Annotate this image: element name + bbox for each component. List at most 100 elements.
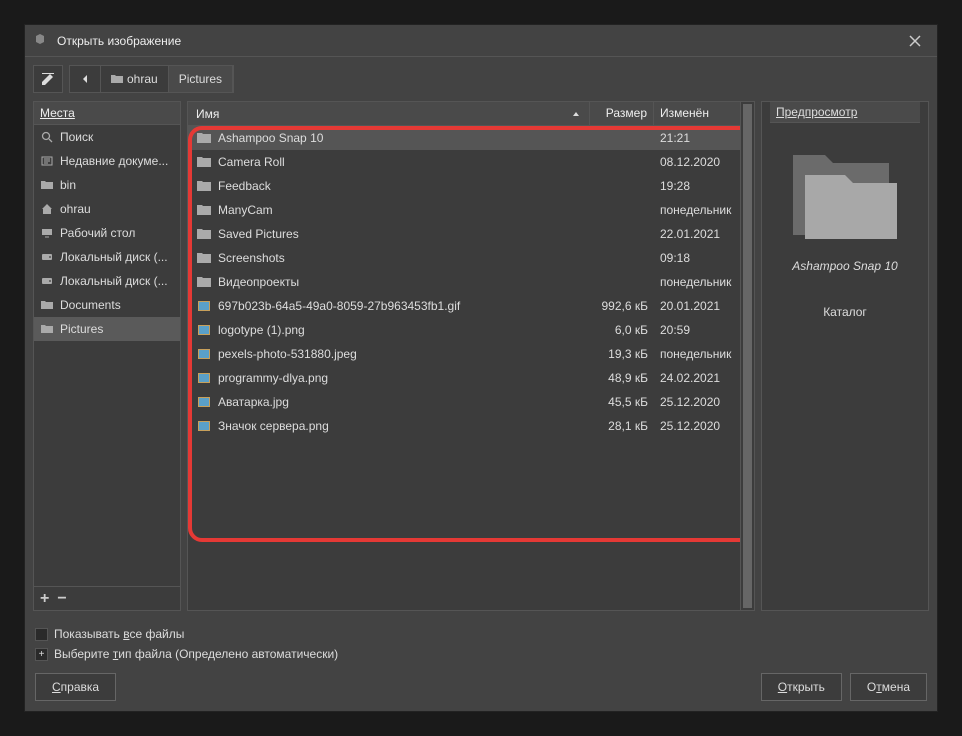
image-icon [196, 300, 212, 312]
path-label: ohrau [127, 72, 158, 86]
file-name: programmy-dlya.png [218, 371, 590, 385]
file-modified: 24.02.2021 [654, 371, 754, 385]
folder-icon [196, 180, 212, 192]
image-icon [196, 372, 212, 384]
remove-bookmark-button[interactable]: − [57, 590, 66, 608]
path-label: Pictures [179, 72, 222, 86]
places-list: Поиск Недавние докуме... bin ohrau Рабочий с… [34, 125, 180, 586]
place-label: Недавние докуме... [60, 154, 168, 168]
file-modified: понедельник [654, 347, 754, 361]
file-name: Screenshots [218, 251, 590, 265]
toolbar: ohrau Pictures [25, 57, 937, 101]
place-label: Поиск [60, 130, 93, 144]
path-back-button[interactable] [70, 66, 101, 92]
path-seg-ohrau[interactable]: ohrau [101, 66, 169, 92]
folder-row[interactable]: ManyCamпонедельник [188, 198, 754, 222]
file-size: 45,5 кБ [590, 395, 654, 409]
search-icon [40, 131, 54, 143]
edit-path-button[interactable] [33, 65, 63, 93]
folder-row[interactable]: Feedback19:28 [188, 174, 754, 198]
cancel-button[interactable]: Отмена [850, 673, 927, 701]
place-label: Documents [60, 298, 121, 312]
folder-icon [196, 204, 212, 216]
file-row[interactable]: programmy-dlya.png48,9 кБ24.02.2021 [188, 366, 754, 390]
file-row[interactable]: pexels-photo-531880.jpeg19,3 кБпонедельн… [188, 342, 754, 366]
file-modified: 09:18 [654, 251, 754, 265]
dialog-title: Открыть изображение [57, 34, 901, 48]
file-name: 697b023b-64a5-49a0-8059-27b963453fb1.gif [218, 299, 590, 313]
col-name-header[interactable]: Имя [188, 102, 590, 125]
places-footer: + − [34, 586, 180, 610]
file-name: Аватарка.jpg [218, 395, 590, 409]
folder-row[interactable]: Camera Roll 08.12.2020 [188, 150, 754, 174]
filetype-expander[interactable]: + Выберите тип файла (Определено автомат… [35, 647, 927, 661]
file-modified: 08.12.2020 [654, 155, 754, 169]
folder-preview-icon [785, 139, 905, 249]
preview-header-label: Предпросмотр [776, 105, 857, 119]
place-item[interactable]: ohrau [34, 197, 180, 221]
file-size: 992,6 кБ [590, 299, 654, 313]
sort-asc-icon [571, 109, 581, 119]
folder-icon [111, 74, 123, 84]
place-item[interactable]: Локальный диск (... [34, 245, 180, 269]
place-item[interactable]: Pictures [34, 317, 180, 341]
file-row[interactable]: logotype (1).png6,0 кБ20:59 [188, 318, 754, 342]
show-all-files-checkbox[interactable]: Показывать все файлы [35, 627, 927, 641]
place-label: bin [60, 178, 76, 192]
close-button[interactable] [901, 27, 929, 55]
col-name-label: Имя [196, 107, 219, 121]
image-icon [196, 348, 212, 360]
folder-row[interactable]: Видеопроектыпонедельник [188, 270, 754, 294]
file-modified: 22.01.2021 [654, 227, 754, 241]
pencil-icon [40, 71, 56, 87]
file-panel: Имя Размер Изменён Ashampoo Snap 1021:21… [187, 101, 755, 611]
scrollbar-thumb[interactable] [743, 104, 752, 608]
path-box: ohrau Pictures [69, 65, 234, 93]
folder-icon [40, 300, 54, 310]
file-name: ManyCam [218, 203, 590, 217]
file-header: Имя Размер Изменён [188, 102, 754, 126]
folder-icon [196, 156, 212, 168]
col-modified-header[interactable]: Изменён [654, 102, 754, 125]
file-modified: понедельник [654, 275, 754, 289]
place-label: Локальный диск (... [60, 274, 168, 288]
path-seg-pictures[interactable]: Pictures [169, 66, 233, 92]
place-item[interactable]: Локальный диск (... [34, 269, 180, 293]
scrollbar[interactable] [740, 102, 754, 610]
filetype-label: Выберите тип файла (Определено автоматич… [54, 647, 338, 661]
desktop-icon [40, 227, 54, 239]
folder-row[interactable]: Screenshots 09:18 [188, 246, 754, 270]
preview-box: Предпросмотр Ashampoo Snap 10 Каталог [761, 101, 929, 611]
disk-icon [40, 275, 54, 287]
place-item[interactable]: Рабочий стол [34, 221, 180, 245]
button-bar: Справка Открыть Отмена [25, 663, 937, 711]
file-name: Camera Roll [218, 155, 590, 169]
titlebar: Открыть изображение [25, 25, 937, 57]
preview-header: Предпросмотр [770, 102, 920, 123]
help-button[interactable]: Справка [35, 673, 116, 701]
file-row[interactable]: Аватарка.jpg45,5 кБ25.12.2020 [188, 390, 754, 414]
folder-icon [196, 252, 212, 264]
place-item[interactable]: bin [34, 173, 180, 197]
open-button[interactable]: Открыть [761, 673, 842, 701]
file-row[interactable]: 697b023b-64a5-49a0-8059-27b963453fb1.gif… [188, 294, 754, 318]
folder-row[interactable]: Saved Pictures22.01.2021 [188, 222, 754, 246]
place-item[interactable]: Documents [34, 293, 180, 317]
place-item[interactable]: Поиск [34, 125, 180, 149]
expander-icon: + [35, 648, 48, 661]
image-icon [196, 420, 212, 432]
col-size-header[interactable]: Размер [590, 102, 654, 125]
file-modified: 21:21 [654, 131, 754, 145]
add-bookmark-button[interactable]: + [40, 590, 49, 608]
place-item[interactable]: Недавние докуме... [34, 149, 180, 173]
checkbox-icon [35, 628, 48, 641]
file-row[interactable]: Значок сервера.png28,1 кБ25.12.2020 [188, 414, 754, 438]
folder-icon [40, 324, 54, 334]
folder-icon [196, 132, 212, 144]
image-icon [196, 324, 212, 336]
file-size: 48,9 кБ [590, 371, 654, 385]
preview-type: Каталог [823, 305, 867, 319]
place-label: Рабочий стол [60, 226, 135, 240]
places-header[interactable]: Места [34, 102, 180, 125]
folder-row[interactable]: Ashampoo Snap 1021:21 [188, 126, 754, 150]
